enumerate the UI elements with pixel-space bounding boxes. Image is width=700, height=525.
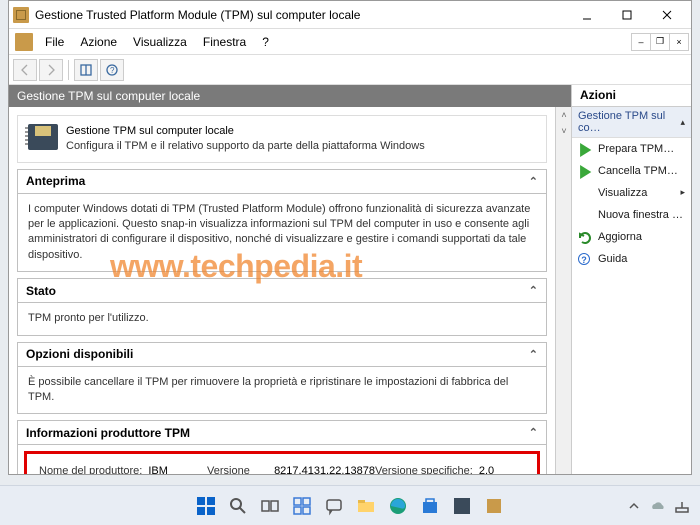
mdi-restore[interactable]: ❐ [650, 33, 670, 51]
nav-fwd-button[interactable] [39, 59, 63, 81]
manufver-value: 8217.4131.22.13878 [274, 464, 375, 474]
collapse-arrow-icon: ▴ [680, 117, 685, 128]
action-new-window[interactable]: Nuova finestra … [572, 204, 691, 226]
collapse-icon: ⌃ [529, 284, 538, 297]
network-icon[interactable] [674, 498, 690, 514]
section-stato-title: Stato [26, 284, 56, 298]
chat-icon[interactable] [321, 493, 347, 519]
tray-chevron-icon[interactable] [626, 498, 642, 514]
app-icon [13, 7, 29, 23]
intro-box: Gestione TPM sul computer locale Configu… [17, 115, 547, 163]
section-produttore-header[interactable]: Informazioni produttore TPM ⌃ [18, 421, 546, 445]
menubar: File Azione Visualizza Finestra ? – ❐ × [9, 29, 691, 55]
titlebar: Gestione Trusted Platform Module (TPM) s… [9, 1, 691, 29]
manufacturer-label: Nome del produttore: [39, 464, 142, 474]
store-icon[interactable] [417, 493, 443, 519]
section-opzioni: Opzioni disponibili ⌃ È possibile cancel… [17, 342, 547, 415]
action-refresh[interactable]: Aggiorna [572, 226, 691, 248]
pinned-app-icon[interactable] [449, 493, 475, 519]
play-icon [578, 143, 592, 157]
section-opzioni-title: Opzioni disponibili [26, 347, 133, 361]
menu-help[interactable]: ? [254, 35, 277, 49]
close-button[interactable] [647, 1, 687, 29]
svg-text:?: ? [110, 66, 115, 75]
body: Gestione TPM sul computer locale Gestion… [9, 85, 691, 474]
highlight-box: Nome del produttore: IBM Versione produt… [24, 451, 540, 474]
content-area: Gestione TPM sul computer locale Configu… [9, 107, 555, 474]
menu-finestra[interactable]: Finestra [195, 35, 254, 49]
menu-visualizza[interactable]: Visualizza [125, 35, 195, 49]
section-produttore-title: Informazioni produttore TPM [26, 426, 190, 440]
collapse-icon: ⌃ [529, 426, 538, 439]
section-opzioni-header[interactable]: Opzioni disponibili ⌃ [18, 343, 546, 367]
section-anteprima-body: I computer Windows dotati di TPM (Truste… [18, 194, 546, 272]
minimize-button[interactable] [567, 1, 607, 29]
edge-icon[interactable] [385, 493, 411, 519]
taskbar [0, 485, 700, 525]
mdi-controls: – ❐ × [632, 33, 689, 51]
intro-desc: Configura il TPM e il relativo supporto … [66, 139, 425, 154]
action-view[interactable]: Visualizza ▸ [572, 182, 691, 204]
vertical-scrollbar[interactable]: ˄ ˅ [555, 107, 571, 474]
action-clear-tpm[interactable]: Cancella TPM… [572, 160, 691, 182]
section-produttore: Informazioni produttore TPM ⌃ Nome del p… [17, 420, 547, 474]
action-prepare-tpm[interactable]: Prepara TPM… [572, 138, 691, 160]
actions-pane: Azioni Gestione TPM sul co… ▴ Prepara TP… [571, 85, 691, 474]
manufver-label: Versione produttore: [207, 464, 268, 474]
collapse-icon: ⌃ [529, 348, 538, 361]
manufacturer-value: IBM [148, 464, 168, 474]
view-panes-button[interactable] [74, 59, 98, 81]
spec-value: 2.0 [479, 464, 494, 474]
submenu-arrow-icon: ▸ [680, 187, 685, 199]
scroll-down-icon[interactable]: ˅ [556, 123, 572, 139]
toolbar: ? [9, 55, 691, 85]
search-icon[interactable] [225, 493, 251, 519]
mdi-close[interactable]: × [669, 33, 689, 51]
toolbar-separator [68, 60, 69, 80]
explorer-icon[interactable] [353, 493, 379, 519]
intro-title: Gestione TPM sul computer locale [66, 124, 425, 139]
actions-header: Azioni [572, 85, 691, 107]
refresh-icon [578, 231, 592, 245]
menu-file[interactable]: File [37, 35, 72, 49]
start-button[interactable] [193, 493, 219, 519]
play-icon [578, 165, 592, 179]
widgets-icon[interactable] [289, 493, 315, 519]
taskview-icon[interactable] [257, 493, 283, 519]
menu-azione[interactable]: Azione [72, 35, 125, 49]
collapse-icon: ⌃ [529, 175, 538, 188]
mdi-minimize[interactable]: – [631, 33, 651, 51]
scroll-up-icon[interactable]: ˄ [556, 107, 572, 123]
panel-header: Gestione TPM sul computer locale [9, 85, 571, 107]
section-anteprima-title: Anteprima [26, 174, 85, 188]
section-opzioni-body: È possibile cancellare il TPM per rimuov… [18, 367, 546, 414]
app-icon-small [15, 33, 33, 51]
section-anteprima-header[interactable]: Anteprima ⌃ [18, 170, 546, 194]
help-icon: ? [578, 253, 590, 265]
onedrive-icon[interactable] [650, 498, 666, 514]
section-anteprima: Anteprima ⌃ I computer Windows dotati di… [17, 169, 547, 273]
nav-back-button[interactable] [13, 59, 37, 81]
window-title: Gestione Trusted Platform Module (TPM) s… [35, 8, 567, 22]
mmc-window: Gestione Trusted Platform Module (TPM) s… [8, 0, 692, 475]
tpm-chip-icon [28, 124, 58, 150]
spec-label: Versione specifiche: [375, 464, 473, 474]
section-stato: Stato ⌃ TPM pronto per l'utilizzo. [17, 278, 547, 335]
maximize-button[interactable] [607, 1, 647, 29]
help-button[interactable]: ? [100, 59, 124, 81]
section-stato-body: TPM pronto per l'utilizzo. [18, 303, 546, 334]
action-help[interactable]: ? Guida [572, 248, 691, 270]
actions-group-header[interactable]: Gestione TPM sul co… ▴ [572, 107, 691, 138]
section-stato-header[interactable]: Stato ⌃ [18, 279, 546, 303]
window-controls [567, 1, 687, 29]
main-panel: Gestione TPM sul computer locale Gestion… [9, 85, 571, 474]
mmc-icon[interactable] [481, 493, 507, 519]
system-tray[interactable] [626, 498, 690, 514]
actions-group-label: Gestione TPM sul co… [578, 110, 680, 134]
